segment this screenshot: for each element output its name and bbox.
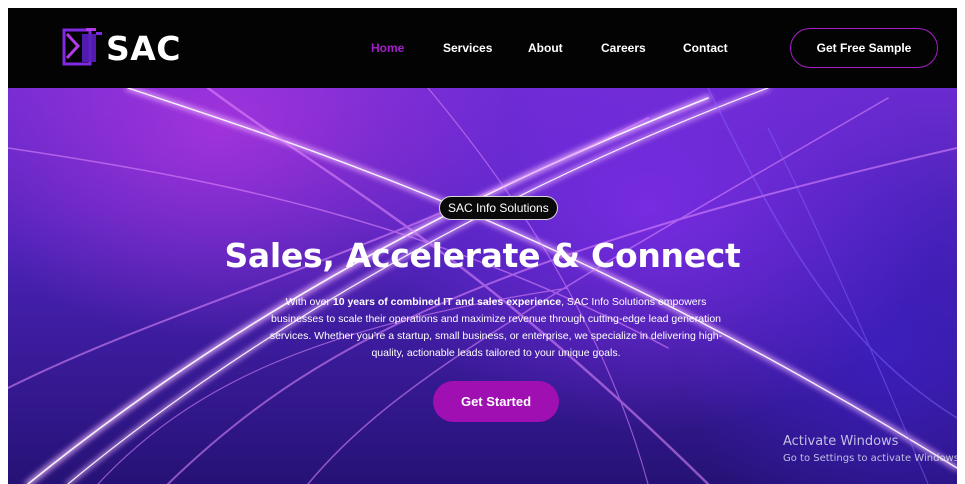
nav-services[interactable]: Services — [443, 41, 492, 55]
hero-section: SAC Info Solutions Sales, Accelerate & C… — [8, 88, 957, 484]
hero-headline: Sales, Accelerate & Connect — [224, 236, 741, 275]
nav-home[interactable]: Home — [371, 41, 404, 55]
get-started-button[interactable]: Get Started — [433, 381, 559, 422]
hero-description-highlight: 10 years of combined IT and sales experi… — [332, 296, 562, 308]
hero-description-intro: With over — [285, 296, 333, 308]
hero-light-streaks — [8, 88, 957, 484]
windows-activation-watermark: Activate Windows Go to Settings to activ… — [783, 434, 957, 464]
page-frame: SAC Home Services About Careers Contact … — [8, 8, 957, 484]
nav-about[interactable]: About — [528, 41, 563, 55]
site-header: SAC Home Services About Careers Contact … — [8, 8, 957, 88]
watermark-subtitle: Go to Settings to activate Windows. — [783, 453, 957, 464]
nav-contact[interactable]: Contact — [683, 41, 728, 55]
hero-badge: SAC Info Solutions — [439, 196, 558, 220]
nav-careers[interactable]: Careers — [601, 41, 646, 55]
hero-description: With over 10 years of combined IT and sa… — [266, 294, 726, 362]
get-free-sample-button[interactable]: Get Free Sample — [790, 28, 938, 68]
watermark-title: Activate Windows — [783, 434, 899, 449]
